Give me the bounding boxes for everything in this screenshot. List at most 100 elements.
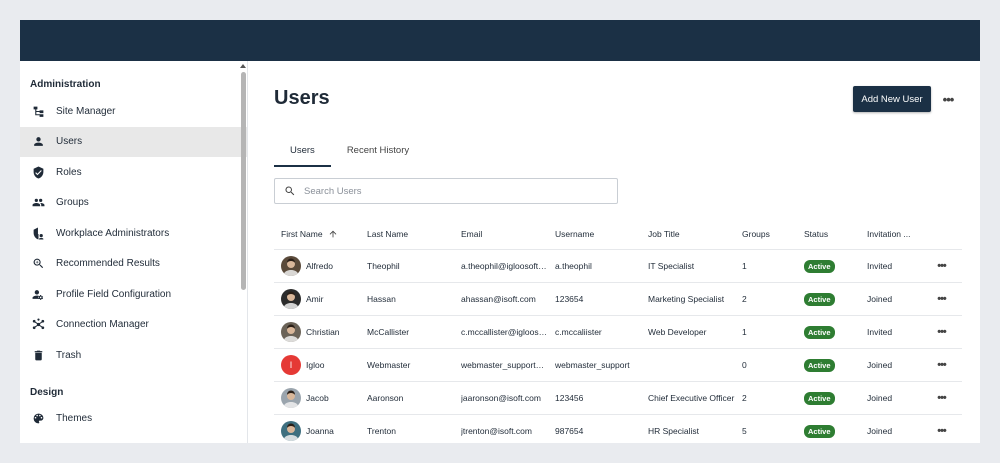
cell-status: Active [804,292,867,306]
cell-last-name: Trenton [367,426,396,436]
cell-username: 123456 [555,393,584,403]
table-header-row: First Name Last Name Email Username Job … [274,219,962,250]
column-header-first-name[interactable]: First Name [274,229,367,239]
page-title: Users [274,87,330,109]
cell-last-name: McCallister [367,327,410,337]
sidebar-item-label: Recommended Results [56,258,160,270]
scroll-thumb[interactable] [241,72,246,290]
scroll-up-arrow-icon[interactable] [239,62,247,70]
tab-recent-history[interactable]: Recent History [331,140,425,167]
avatar[interactable]: I [281,355,301,375]
cell-invitation: Invited [867,261,893,271]
column-header-username[interactable]: Username [555,229,648,239]
sort-ascending-icon[interactable] [328,229,338,239]
cell-email: webmaster_support@igloosoftware.com [461,360,555,370]
first-name-text: Joanna [306,426,334,436]
trash-icon [31,348,45,362]
status-badge: Active [804,358,835,372]
search-input[interactable] [304,185,604,197]
cell-invitation: Invited [867,327,893,337]
sidebar-item-connection-manager[interactable]: Connection Manager [20,310,247,341]
sitemap-icon [31,104,45,118]
sidebar-item-roles[interactable]: Roles [20,157,247,188]
design-heading: Design [30,386,64,398]
sidebar-item-workplace-administrators[interactable]: Workplace Administrators [20,218,247,249]
top-bar [20,20,980,61]
add-new-user-button[interactable]: Add New User [853,86,931,112]
sidebar-item-recommended-results[interactable]: Recommended Results [20,249,247,280]
status-badge: Active [804,259,835,273]
table-row[interactable]: I Igloo Webmaster webmaster_support@iglooso… [274,349,962,382]
sidebar-item-groups[interactable]: Groups [20,188,247,219]
cell-email: c.mccallister@igloosoftware.com [461,327,555,337]
avatar[interactable] [281,256,301,276]
cell-first-name: Alfredo [274,256,367,276]
search-box[interactable] [274,178,618,204]
table-row[interactable]: Christian McCallister c.mccallister@igloos… [274,316,962,349]
first-name-text: Alfredo [306,261,333,271]
sidebar-item-site-manager[interactable]: Site Manager [20,96,247,127]
sidebar-item-label: Workplace Administrators [56,227,170,239]
sidebar-item-themes[interactable]: Themes [20,404,247,435]
column-header-groups[interactable]: Groups [742,229,804,239]
group-icon [31,196,45,210]
avatar[interactable] [281,289,301,309]
more-options-icon[interactable]: ••• [940,91,956,107]
first-name-text: Amir [306,294,324,304]
users-table: First Name Last Name Email Username Job … [274,219,962,443]
table-row[interactable]: Jacob Aaronson jaaronson@isoft.com 123456 Ch… [274,382,962,415]
table-row[interactable]: Amir Hassan ahassan@isoft.com 123654 Marketi… [274,283,962,316]
column-header-label: First Name [281,229,323,239]
cell-invitation: Joined [867,426,893,436]
first-name-text: Christian [306,327,340,337]
cell-status: Active [804,325,867,339]
sidebar-item-label: Groups [56,197,89,209]
table-row[interactable]: Joanna Trenton jtrenton@isoft.com 987654 HR … [274,415,962,443]
status-badge: Active [804,292,835,306]
sidebar-item-label: Site Manager [56,105,116,117]
sidebar-item-users[interactable]: Users [20,126,247,157]
status-badge: Active [804,391,835,405]
table-row[interactable]: Alfredo Theophil a.theophil@igloosoftware.… [274,250,962,283]
cell-invitation: Joined [867,360,893,370]
row-more-options-icon[interactable]: ••• [927,392,956,404]
column-header-invitation[interactable]: Invitation ... [867,229,927,239]
row-more-options-icon[interactable]: ••• [927,359,956,371]
sidebar-item-label: Profile Field Configuration [56,288,172,300]
administration-heading: Administration [30,79,101,90]
cell-status: Active [804,391,867,405]
cell-username: c.mccaliister [555,327,602,337]
cell-last-name: Aaronson [367,393,404,403]
avatar-photo [283,324,299,342]
avatar-photo [283,423,299,441]
column-header-email[interactable]: Email [461,229,555,239]
column-header-job-title[interactable]: Job Title [648,229,742,239]
sidebar-item-label: Themes [56,413,93,425]
tab-users[interactable]: Users [274,140,331,167]
search-icon [284,185,296,197]
row-more-options-icon[interactable]: ••• [927,326,956,338]
status-badge: Active [804,325,835,339]
cell-groups: 0 [742,360,747,370]
row-more-options-icon[interactable]: ••• [927,293,956,305]
avatar[interactable] [281,388,301,408]
main-content: Users Add New User ••• Users Recent Hist… [274,61,964,443]
cell-job-title: Chief Executive Officer [648,393,735,403]
cell-groups: 5 [742,426,747,436]
avatar[interactable] [281,421,301,441]
sidebar-item-trash[interactable]: Trash [20,340,247,371]
sidebar-item-label: Trash [56,349,82,361]
first-name-text: Igloo [306,360,325,370]
column-header-status[interactable]: Status [804,229,867,239]
avatar[interactable] [281,322,301,342]
cell-email: jtrenton@isoft.com [461,426,532,436]
cell-invitation: Joined [867,393,893,403]
row-more-options-icon[interactable]: ••• [927,260,956,272]
sidebar-scrollbar[interactable] [239,62,247,443]
avatar-photo [283,390,299,408]
column-header-last-name[interactable]: Last Name [367,229,461,239]
cell-username: 123654 [555,294,584,304]
first-name-text: Jacob [306,393,329,403]
sidebar-item-profile-field-configuration[interactable]: Profile Field Configuration [20,279,247,310]
row-more-options-icon[interactable]: ••• [927,425,956,437]
